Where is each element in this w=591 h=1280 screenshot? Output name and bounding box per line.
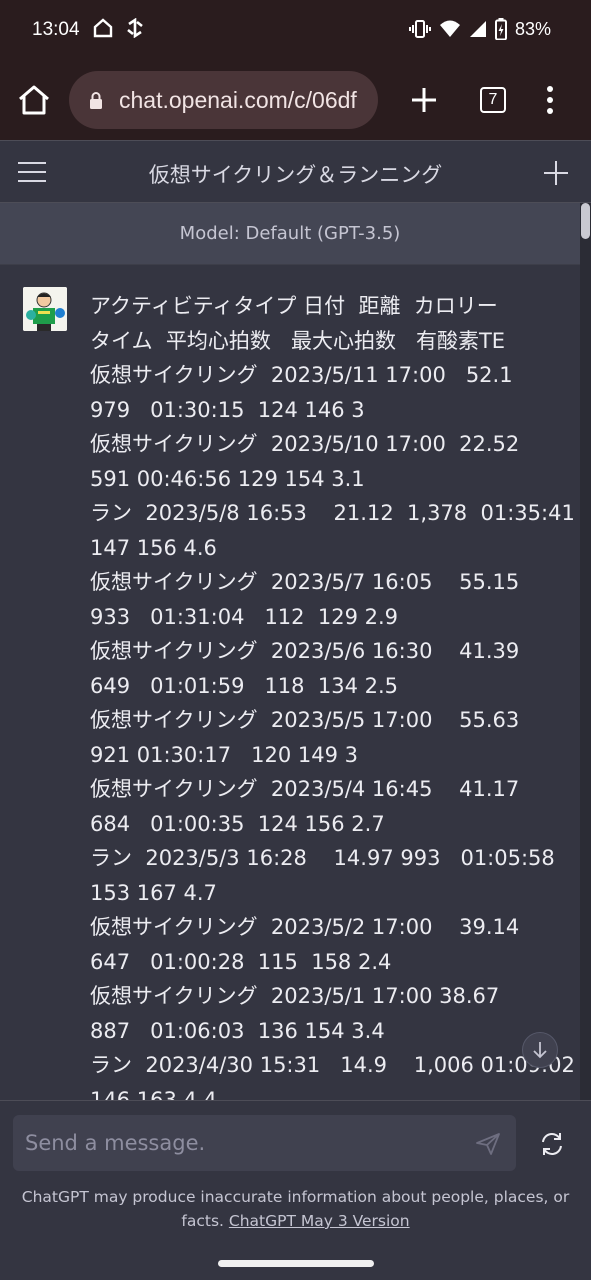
message-line: タイム 平均心拍数 最大心拍数 有酸素TE — [90, 328, 506, 353]
scrollbar-thumb[interactable] — [581, 203, 590, 239]
home-status-icon — [93, 18, 113, 38]
composer-area: ChatGPT may produce inaccurate informati… — [0, 1100, 591, 1248]
message-line: 仮想サイクリング 2023/5/7 16:05 55.15 — [90, 570, 520, 594]
message-line: 591 00:46:56 129 154 3.1 — [90, 466, 365, 491]
message-line: 仮想サイクリング 2023/5/2 17:00 39.14 — [90, 915, 520, 939]
wifi-icon — [439, 20, 460, 37]
message-line: 649 01:01:59 118 134 2.5 — [90, 673, 399, 698]
vibrate-icon — [408, 20, 431, 38]
message-line: 仮想サイクリング 2023/5/4 16:45 41.17 — [90, 777, 520, 801]
message-line: 仮想サイクリング 2023/5/5 17:00 55.63 — [90, 708, 520, 732]
message-line: 146 163 4.4 — [90, 1087, 217, 1101]
browser-toolbar: chat.openai.com/c/06df 7 — [0, 60, 591, 140]
scrollbar-track[interactable] — [580, 203, 591, 1100]
message-line: ラン 2023/5/3 16:28 14.97 993 01:05:58 — [90, 846, 555, 870]
chat-header: 仮想サイクリング＆ランニング — [0, 140, 591, 203]
arrow-down-icon — [533, 1042, 547, 1059]
message-line: 684 01:00:35 124 156 2.7 — [90, 811, 385, 836]
message-line: 153 167 4.7 — [90, 880, 217, 905]
status-bar: 13:04 83% — [0, 0, 591, 60]
gesture-handle[interactable] — [218, 1260, 374, 1267]
battery-icon — [494, 18, 507, 40]
message-line: ラン 2023/5/8 16:53 21.12 1,378 01:35:41 — [90, 501, 575, 525]
message-line: 147 156 4.6 — [90, 535, 217, 560]
message-input[interactable] — [23, 1115, 463, 1171]
battery-percent: 83% — [514, 18, 551, 39]
send-icon[interactable] — [475, 1132, 501, 1156]
url-text: chat.openai.com/c/06df — [119, 86, 357, 113]
user-message: アクティビティタイプ 日付 距離 カロリー タイム 平均心拍数 最大心拍数 有酸素… — [0, 265, 580, 1100]
message-line: 921 01:30:17 120 149 3 — [90, 742, 358, 767]
chat-title: 仮想サイクリング＆ランニング — [148, 163, 443, 187]
message-line: 933 01:31:04 112 129 2.9 — [90, 604, 399, 629]
regenerate-icon[interactable] — [538, 1130, 566, 1158]
message-line: 647 01:00:28 115 158 2.4 — [90, 949, 392, 974]
system-nav-bar — [0, 1248, 591, 1280]
message-line: 979 01:30:15 124 146 3 — [90, 397, 365, 422]
avatar — [23, 287, 67, 331]
scroll-to-bottom-button[interactable] — [522, 1032, 558, 1068]
message-line: アクティビティタイプ 日付 距離 カロリー — [90, 294, 498, 318]
home-icon[interactable] — [16, 82, 52, 118]
message-line: 887 01:06:03 136 154 3.4 — [90, 1018, 385, 1043]
lock-icon[interactable] — [89, 91, 103, 109]
message-line: 仮想サイクリング 2023/5/6 16:30 41.39 — [90, 639, 520, 663]
sync-status-icon — [127, 18, 143, 38]
message-line: 仮想サイクリング 2023/5/11 17:00 52.1 — [90, 363, 513, 387]
message-line: ラン 2023/4/30 15:31 14.9 1,006 01:09:02 — [90, 1053, 575, 1077]
new-chat-icon[interactable] — [543, 160, 569, 186]
status-time: 13:04 — [32, 19, 80, 40]
avatar-illustration-icon — [23, 287, 67, 331]
tabs-icon[interactable]: 7 — [480, 87, 506, 113]
url-bar[interactable]: chat.openai.com/c/06df — [69, 71, 378, 129]
message-line: 仮想サイクリング 2023/5/10 17:00 22.52 — [90, 432, 520, 456]
message-text: アクティビティタイプ 日付 距離 カロリー タイム 平均心拍数 最大心拍数 有酸素… — [90, 289, 575, 1101]
signal-icon — [469, 21, 486, 37]
model-label: Model: Default (GPT-3.5) — [0, 203, 580, 265]
more-vert-icon[interactable] — [544, 84, 556, 116]
plus-icon[interactable] — [408, 82, 440, 118]
disclaimer: ChatGPT may produce inaccurate informati… — [20, 1185, 571, 1233]
message-input-box[interactable] — [13, 1115, 516, 1171]
message-line: 仮想サイクリング 2023/5/1 17:00 38.67 — [90, 984, 500, 1008]
version-link[interactable]: ChatGPT May 3 Version — [229, 1212, 410, 1230]
